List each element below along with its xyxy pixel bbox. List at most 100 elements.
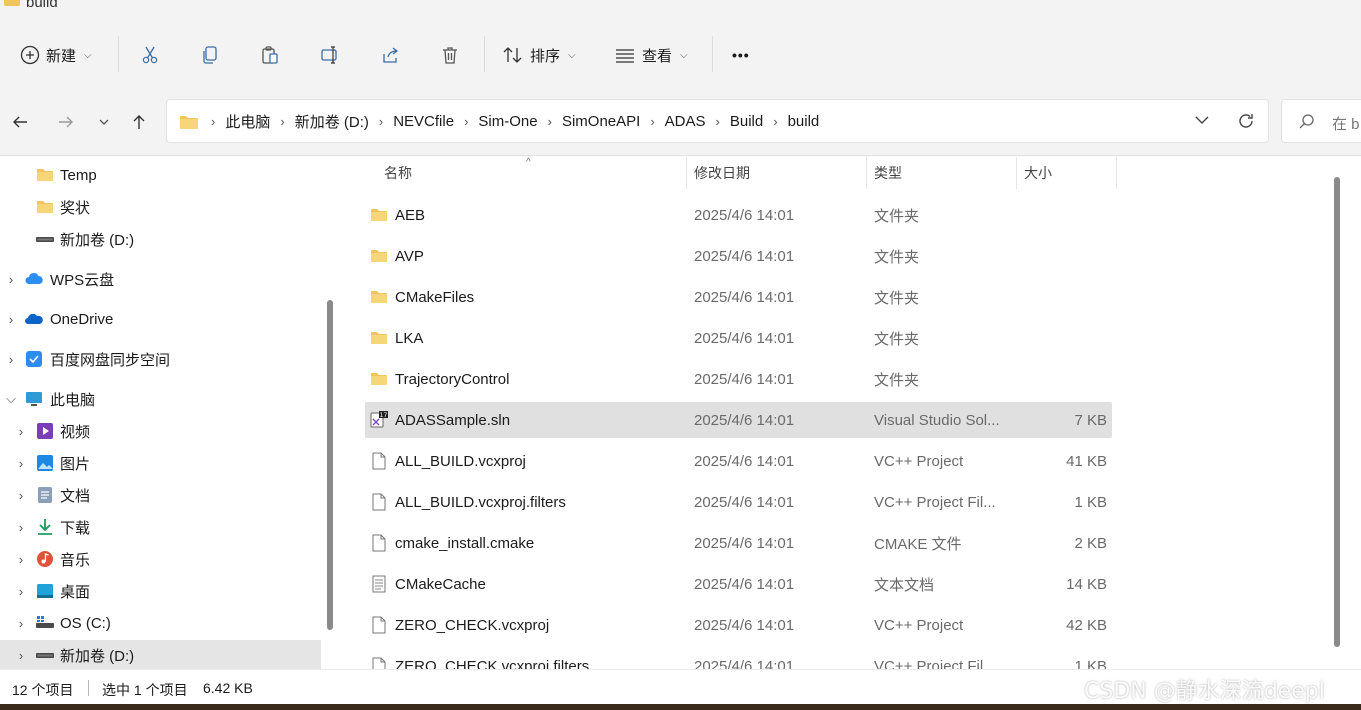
- breadcrumb-item[interactable]: SimOneAPI: [556, 113, 646, 130]
- file-type: CMAKE 文件: [874, 535, 962, 553]
- nav-item-documents[interactable]: › 文档: [0, 480, 321, 510]
- chevron-right-icon[interactable]: ›: [712, 114, 724, 129]
- toolbar-divider: [712, 36, 713, 72]
- breadcrumb-item[interactable]: ADAS: [659, 113, 712, 130]
- chevron-right-icon[interactable]: ›: [276, 114, 288, 129]
- chevron-right-icon[interactable]: ›: [460, 114, 472, 129]
- file-row[interactable]: ZERO_CHECK.vcxproj.filters 2025/4/6 14:0…: [365, 648, 1112, 669]
- chevron-right-icon[interactable]: ›: [14, 456, 28, 471]
- search-input[interactable]: 在 b: [1281, 99, 1361, 143]
- nav-item-certificates[interactable]: 奖状: [0, 192, 321, 222]
- column-header-size[interactable]: 大小: [1024, 157, 1052, 189]
- nav-item-baidu-sync[interactable]: › 百度网盘同步空间: [0, 344, 321, 374]
- chevron-right-icon[interactable]: ›: [207, 114, 219, 129]
- breadcrumb-item[interactable]: 此电脑: [219, 111, 276, 132]
- file-row[interactable]: ALL_BUILD.vcxproj 2025/4/6 14:01 VC++ Pr…: [365, 443, 1112, 479]
- nav-item-onedrive[interactable]: › OneDrive: [0, 304, 321, 334]
- column-divider[interactable]: [866, 157, 867, 189]
- breadcrumb-item[interactable]: NEVCfile: [387, 113, 460, 130]
- breadcrumb-item[interactable]: Sim-One: [472, 113, 543, 130]
- chevron-right-icon[interactable]: ›: [4, 272, 18, 287]
- nav-item-desktop[interactable]: › 桌面: [0, 576, 321, 606]
- nav-item-label: 新加卷 (D:): [60, 647, 135, 665]
- new-button[interactable]: 新建 ⌵: [20, 38, 92, 72]
- breadcrumb-item[interactable]: 新加卷 (D:): [289, 111, 375, 132]
- address-bar[interactable]: › 此电脑 › 新加卷 (D:) › NEVCfile › Sim-One › …: [166, 99, 1269, 143]
- file-row[interactable]: cmake_install.cmake 2025/4/6 14:01 CMAKE…: [365, 525, 1112, 561]
- column-divider[interactable]: [686, 157, 687, 189]
- nav-item-music[interactable]: › 音乐: [0, 544, 321, 574]
- nav-item-label: 音乐: [60, 551, 91, 569]
- nav-scrollbar-thumb[interactable]: [327, 300, 333, 630]
- back-button[interactable]: [6, 108, 34, 136]
- nav-item-drive-d[interactable]: 新加卷 (D:): [0, 224, 321, 254]
- svg-text:17: 17: [380, 412, 388, 419]
- chevron-right-icon[interactable]: ›: [14, 616, 28, 631]
- chevron-right-icon[interactable]: ›: [14, 488, 28, 503]
- column-header-date[interactable]: 修改日期: [694, 157, 750, 189]
- chevron-right-icon[interactable]: ›: [544, 114, 556, 129]
- address-history-chevron-icon[interactable]: [1194, 112, 1210, 128]
- recent-locations-button[interactable]: [90, 108, 118, 136]
- sort-icon: [503, 47, 522, 63]
- nav-item-this-pc[interactable]: ⌵ 此电脑: [0, 384, 321, 414]
- share-button[interactable]: [380, 38, 400, 72]
- file-size: 2 KB: [1074, 534, 1107, 552]
- nav-item-videos[interactable]: › 视频: [0, 416, 321, 446]
- column-header-type[interactable]: 类型: [874, 157, 902, 189]
- chevron-right-icon[interactable]: ›: [375, 114, 387, 129]
- sort-button[interactable]: 排序 ⌵: [502, 38, 576, 72]
- paste-button[interactable]: [260, 38, 280, 72]
- file-size: 1 KB: [1074, 657, 1107, 670]
- file-row[interactable]: AEB 2025/4/6 14:01 文件夹: [365, 197, 1112, 233]
- rename-button[interactable]: [320, 38, 340, 72]
- chevron-right-icon[interactable]: ›: [4, 352, 18, 367]
- file-row[interactable]: LKA 2025/4/6 14:01 文件夹: [365, 320, 1112, 356]
- file-date: 2025/4/6 14:01: [694, 247, 795, 265]
- vs-solution-icon: 17: [370, 411, 388, 428]
- document-icon: [38, 487, 52, 503]
- file-row[interactable]: CMakeFiles 2025/4/6 14:01 文件夹: [365, 279, 1112, 315]
- more-options-button[interactable]: •••: [732, 38, 750, 72]
- column-divider[interactable]: [1016, 157, 1017, 189]
- nav-item-downloads[interactable]: › 下载: [0, 512, 321, 542]
- nav-item-drive-d-selected[interactable]: › 新加卷 (D:): [0, 640, 321, 669]
- item-count: 12 个项目: [12, 682, 74, 698]
- chevron-right-icon[interactable]: ›: [646, 114, 658, 129]
- file-row[interactable]: AVP 2025/4/6 14:01 文件夹: [365, 238, 1112, 274]
- file-row[interactable]: ALL_BUILD.vcxproj.filters 2025/4/6 14:01…: [365, 484, 1112, 520]
- file-icon: [372, 452, 386, 470]
- chevron-right-icon[interactable]: ›: [14, 584, 28, 599]
- chevron-down-icon[interactable]: ⌵: [4, 391, 18, 407]
- up-button[interactable]: [125, 108, 153, 136]
- breadcrumb-item[interactable]: Build: [724, 113, 769, 130]
- file-row[interactable]: ZERO_CHECK.vcxproj 2025/4/6 14:01 VC++ P…: [365, 607, 1112, 643]
- nav-item-label: 此电脑: [50, 391, 96, 409]
- view-button[interactable]: 查看 ⌵: [614, 38, 688, 72]
- nav-item-pictures[interactable]: › 图片: [0, 448, 321, 478]
- nav-item-drive-c[interactable]: › OS (C:): [0, 608, 321, 638]
- forward-button[interactable]: [52, 108, 80, 136]
- delete-button[interactable]: [440, 38, 460, 72]
- column-header-name[interactable]: 名称: [384, 157, 412, 189]
- file-row-selected[interactable]: 17 ADASSample.sln 2025/4/6 14:01 Visual …: [365, 402, 1112, 438]
- chevron-right-icon[interactable]: ›: [14, 424, 28, 439]
- copy-button[interactable]: [200, 38, 220, 72]
- nav-item-wps-cloud[interactable]: › WPS云盘: [0, 264, 321, 294]
- nav-item-temp[interactable]: Temp: [0, 160, 321, 190]
- chevron-right-icon[interactable]: ›: [14, 648, 28, 663]
- nav-item-label: OS (C:): [60, 614, 111, 632]
- file-row[interactable]: CMakeCache 2025/4/6 14:01 文本文档 14 KB: [365, 566, 1112, 602]
- file-row[interactable]: TrajectoryControl 2025/4/6 14:01 文件夹: [365, 361, 1112, 397]
- chevron-right-icon[interactable]: ›: [769, 114, 781, 129]
- breadcrumb-item[interactable]: build: [782, 113, 826, 130]
- chevron-right-icon[interactable]: ›: [14, 552, 28, 567]
- refresh-icon[interactable]: [1236, 111, 1256, 131]
- chevron-right-icon[interactable]: ›: [14, 520, 28, 535]
- file-list-scrollbar-thumb[interactable]: [1334, 177, 1340, 647]
- cut-button[interactable]: [140, 38, 160, 72]
- chevron-right-icon[interactable]: ›: [4, 312, 18, 327]
- column-divider[interactable]: [1116, 157, 1117, 189]
- cloud-icon: [25, 272, 43, 284]
- windows-drive-icon: [36, 616, 54, 628]
